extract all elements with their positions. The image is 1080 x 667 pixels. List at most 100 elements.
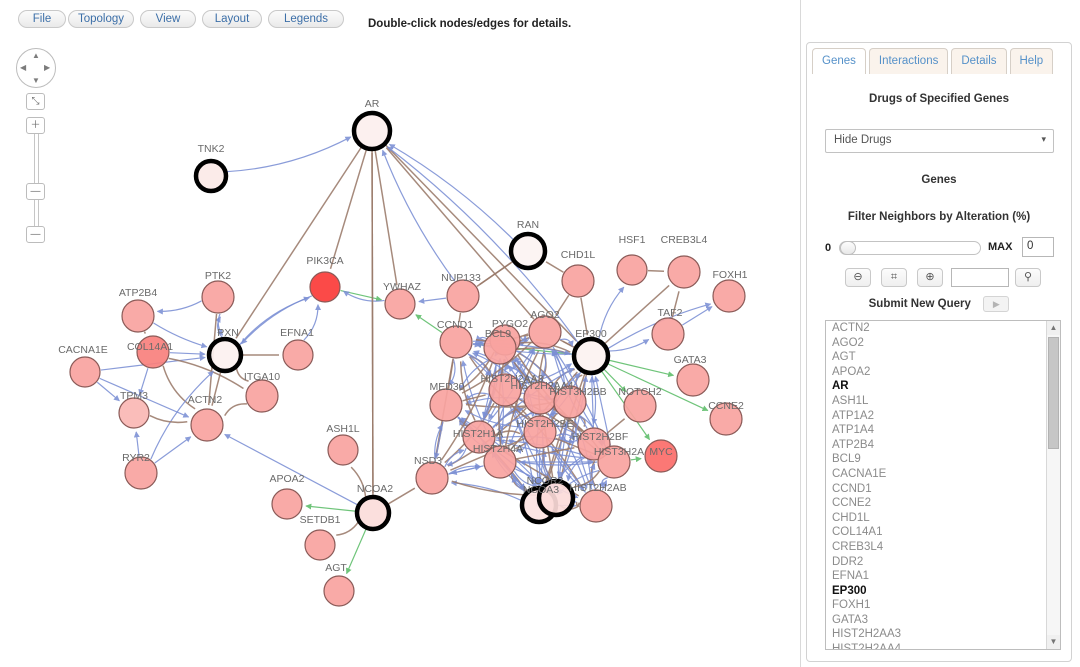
gene-list-item[interactable]: ASH1L bbox=[826, 394, 1046, 409]
tab-genes[interactable]: Genes bbox=[812, 48, 866, 74]
gene-list-item[interactable]: CACNA1E bbox=[826, 467, 1046, 482]
graph-node[interactable] bbox=[579, 489, 613, 523]
alteration-slider-handle[interactable] bbox=[840, 241, 856, 255]
graph-edge[interactable] bbox=[418, 297, 447, 304]
graph-node[interactable] bbox=[304, 529, 336, 561]
menu-view[interactable]: View bbox=[140, 10, 196, 28]
scroll-up-icon[interactable]: ▲ bbox=[1047, 321, 1060, 335]
graph-edge[interactable] bbox=[479, 260, 514, 286]
drug-visibility-select[interactable]: Hide Drugs ▾ bbox=[825, 129, 1054, 153]
gene-list-item[interactable]: CCND1 bbox=[826, 482, 1046, 497]
graph-node[interactable] bbox=[245, 379, 279, 413]
gene-list-item[interactable]: CHD1L bbox=[826, 511, 1046, 526]
graph-node[interactable] bbox=[429, 388, 463, 422]
submit-query-button[interactable]: ▶ bbox=[983, 295, 1010, 312]
graph-node[interactable] bbox=[571, 336, 611, 376]
gene-list-item[interactable]: HIST2H2AA3 bbox=[826, 627, 1046, 642]
graph-edge[interactable] bbox=[149, 414, 188, 424]
gene-list-item[interactable]: CCNE2 bbox=[826, 496, 1046, 511]
graph-edge[interactable] bbox=[169, 350, 206, 357]
gene-list-item[interactable]: FOXH1 bbox=[826, 598, 1046, 613]
graph-node[interactable] bbox=[667, 255, 701, 289]
gene-list-item[interactable]: ATP1A2 bbox=[826, 409, 1046, 424]
graph-node[interactable] bbox=[206, 336, 244, 374]
gene-list-item[interactable]: EP300 bbox=[826, 584, 1046, 599]
graph-node[interactable] bbox=[201, 280, 235, 314]
gene-list-item[interactable]: AGO2 bbox=[826, 336, 1046, 351]
gene-list-item[interactable]: GATA3 bbox=[826, 613, 1046, 628]
graph-edge[interactable] bbox=[345, 528, 367, 575]
menu-layout[interactable]: Layout bbox=[202, 10, 262, 28]
add-gene-icon[interactable]: ⊕ bbox=[917, 268, 943, 287]
menu-file[interactable]: File bbox=[18, 10, 66, 28]
graph-edge[interactable] bbox=[545, 261, 564, 273]
graph-node[interactable] bbox=[351, 110, 393, 152]
gene-list-item[interactable]: BCL9 bbox=[826, 452, 1046, 467]
gene-list-item[interactable]: AGT bbox=[826, 350, 1046, 365]
tab-details[interactable]: Details bbox=[951, 48, 1007, 74]
graph-node[interactable] bbox=[446, 279, 480, 313]
graph-node[interactable] bbox=[354, 494, 392, 532]
gene-list-item[interactable]: APOA2 bbox=[826, 365, 1046, 380]
graph-edge[interactable] bbox=[305, 503, 357, 512]
gene-list[interactable]: ACTN2 AGO2 AGT APOA2 AR ASH1L ATP1A2 ATP1A4 ATP2… bbox=[825, 320, 1061, 650]
menu-topology[interactable]: Topology bbox=[68, 10, 134, 28]
graph-edge[interactable] bbox=[156, 300, 202, 315]
graph-node[interactable] bbox=[309, 271, 341, 303]
graph-edge[interactable] bbox=[224, 403, 248, 417]
alteration-slider[interactable] bbox=[839, 241, 981, 255]
graph-node[interactable] bbox=[384, 288, 416, 320]
remove-gene-icon[interactable]: ⊖ bbox=[845, 268, 871, 287]
graph-node[interactable] bbox=[193, 158, 229, 194]
gene-list-item[interactable]: ACTN2 bbox=[826, 321, 1046, 336]
graph-node[interactable] bbox=[327, 434, 359, 466]
graph-node[interactable] bbox=[282, 339, 314, 371]
graph-edge[interactable] bbox=[647, 269, 665, 272]
gene-list-scrollbar[interactable]: ▲ ▼ bbox=[1046, 321, 1060, 649]
gene-list-item[interactable]: ATP1A4 bbox=[826, 423, 1046, 438]
graph-edge[interactable] bbox=[682, 306, 713, 326]
graph-edge[interactable] bbox=[588, 376, 595, 428]
gene-list-item[interactable]: CREB3L4 bbox=[826, 540, 1046, 555]
graph-edge[interactable] bbox=[388, 143, 515, 241]
gene-list-item[interactable]: COL14A1 bbox=[826, 525, 1046, 540]
graph-node[interactable] bbox=[561, 264, 595, 298]
graph-edge[interactable] bbox=[575, 502, 581, 507]
menu-legends[interactable]: Legends bbox=[268, 10, 344, 28]
alteration-max-input[interactable]: 0 bbox=[1022, 237, 1054, 257]
gene-list-item[interactable]: HIST2H2AA4 bbox=[826, 642, 1046, 649]
gene-list-item[interactable]: AR bbox=[826, 379, 1046, 394]
graph-edge[interactable] bbox=[371, 152, 374, 497]
search-icon[interactable]: ⚲ bbox=[1015, 268, 1041, 287]
graph-node[interactable] bbox=[121, 299, 155, 333]
network-graph-canvas[interactable]: TNK2 AR PIK3CA PTK2 ATP2B4 PXN COL14A1 CACNA1E E… bbox=[0, 36, 800, 667]
graph-node[interactable] bbox=[651, 317, 685, 351]
graph-node[interactable] bbox=[118, 397, 150, 429]
graph-node[interactable] bbox=[616, 254, 648, 286]
graph-edge[interactable] bbox=[143, 331, 147, 334]
crop-selection-icon[interactable]: ⌗ bbox=[881, 268, 907, 287]
gene-list-item[interactable]: DDR2 bbox=[826, 555, 1046, 570]
graph-node[interactable] bbox=[676, 363, 710, 397]
graph-edge[interactable] bbox=[608, 359, 675, 378]
scrollbar-thumb[interactable] bbox=[1048, 337, 1059, 449]
tab-help[interactable]: Help bbox=[1009, 48, 1054, 74]
graph-node[interactable] bbox=[508, 231, 548, 271]
tab-interactions[interactable]: Interactions bbox=[868, 48, 949, 74]
graph-edge[interactable] bbox=[226, 136, 352, 173]
graph-node[interactable] bbox=[69, 356, 101, 388]
graph-edge[interactable] bbox=[450, 480, 522, 502]
graph-node[interactable] bbox=[323, 575, 355, 607]
gene-list-item[interactable]: EFNA1 bbox=[826, 569, 1046, 584]
graph-edge[interactable] bbox=[630, 456, 642, 463]
scroll-down-icon[interactable]: ▼ bbox=[1047, 635, 1060, 649]
graph-node[interactable] bbox=[271, 488, 303, 520]
gene-search-input[interactable] bbox=[951, 268, 1009, 287]
network-graph-svg[interactable]: TNK2 AR PIK3CA PTK2 ATP2B4 PXN COL14A1 CACNA1E E… bbox=[0, 36, 800, 667]
gene-list-item[interactable]: ATP2B4 bbox=[826, 438, 1046, 453]
graph-node[interactable] bbox=[190, 408, 224, 442]
graph-edge[interactable] bbox=[374, 149, 398, 286]
graph-edge[interactable] bbox=[235, 146, 363, 339]
graph-edge[interactable] bbox=[340, 289, 383, 302]
graph-node[interactable] bbox=[712, 279, 746, 313]
